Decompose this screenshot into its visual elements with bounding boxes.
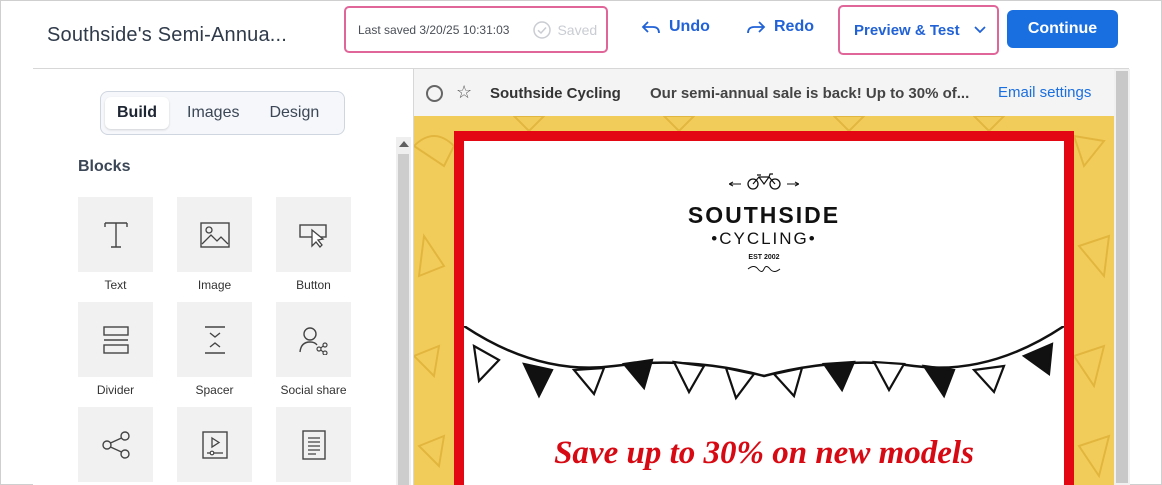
saved-label: Saved <box>557 21 598 38</box>
select-radio[interactable] <box>426 85 443 102</box>
email-red-frame: SOUTHSIDE •CYCLING• EST 2002 Save up to … <box>454 131 1074 485</box>
block-label-image: Image <box>197 278 232 292</box>
blocks-heading: Blocks <box>78 158 131 175</box>
block-social-share[interactable] <box>276 302 351 377</box>
preview-scrollbar-thumb[interactable] <box>1116 71 1128 483</box>
divider-icon <box>102 325 129 354</box>
video-icon <box>201 430 228 459</box>
logo-established: EST 2002 <box>748 254 780 261</box>
email-settings-link[interactable]: Email settings <box>998 84 1091 101</box>
redo-button[interactable]: Redo <box>746 18 814 36</box>
block-spacer[interactable] <box>177 302 252 377</box>
block-label-social-share: Social share <box>280 383 347 397</box>
block-image[interactable] <box>177 197 252 272</box>
tab-images[interactable]: Images <box>175 97 251 129</box>
block-document[interactable] <box>276 407 351 482</box>
undo-icon <box>641 21 660 34</box>
panel-tabs: Build Images Design <box>100 91 345 135</box>
check-circle-icon <box>533 20 552 39</box>
block-divider[interactable] <box>78 302 153 377</box>
inbox-preview-header: ☆ Southside Cycling Our semi-annual sale… <box>414 69 1114 116</box>
document-icon <box>301 429 326 460</box>
share-icon <box>101 430 130 459</box>
spacer-icon <box>204 325 225 354</box>
bunting-banner <box>464 326 1064 401</box>
left-panel-scrollbar[interactable] <box>396 137 411 485</box>
chevron-down-icon <box>973 26 986 34</box>
preview-test-button[interactable]: Preview & Test <box>838 5 999 55</box>
email-content[interactable]: SOUTHSIDE •CYCLING• EST 2002 Save up to … <box>464 141 1064 485</box>
block-video[interactable] <box>177 407 252 482</box>
social-share-icon <box>298 326 328 355</box>
document-title[interactable]: Southside's Semi-Annua... <box>47 24 287 47</box>
undo-label: Undo <box>669 18 710 35</box>
brand-logo: SOUTHSIDE •CYCLING• EST 2002 <box>464 173 1064 279</box>
left-panel: Build Images Design Blocks Text Image Bu… <box>33 69 413 485</box>
preview-test-label: Preview & Test <box>854 21 960 39</box>
undo-button[interactable]: Undo <box>641 18 710 36</box>
saved-indicator: Saved <box>533 20 598 39</box>
tab-build[interactable]: Build <box>105 97 169 129</box>
block-text[interactable] <box>78 197 153 272</box>
sender-name: Southside Cycling <box>490 85 621 102</box>
block-button[interactable] <box>276 197 351 272</box>
logo-word: SOUTHSIDE <box>687 202 841 228</box>
button-cursor-icon <box>298 223 327 248</box>
star-icon[interactable]: ☆ <box>456 82 472 103</box>
block-label-button: Button <box>296 278 331 292</box>
scrollbar-thumb[interactable] <box>398 154 409 485</box>
bicycle-icon <box>727 173 801 190</box>
text-icon <box>103 221 128 248</box>
block-label-divider: Divider <box>96 383 135 397</box>
block-label-text: Text <box>104 278 127 292</box>
email-preview-pane: ☆ Southside Cycling Our semi-annual sale… <box>413 69 1130 485</box>
continue-button[interactable]: Continue <box>1007 10 1118 48</box>
tab-design[interactable]: Design <box>257 97 331 129</box>
block-label-spacer: Spacer <box>195 383 234 397</box>
email-background: SOUTHSIDE •CYCLING• EST 2002 Save up to … <box>414 116 1114 485</box>
block-share[interactable] <box>78 407 153 482</box>
scroll-up-arrow-icon[interactable] <box>399 141 409 147</box>
logo-subtitle: •CYCLING• <box>711 229 817 248</box>
image-icon <box>199 221 230 248</box>
email-headline: Save up to 30% on new models <box>554 435 974 471</box>
email-subject: Our semi-annual sale is back! Up to 30% … <box>650 85 970 102</box>
save-status-box: Last saved 3/20/25 10:31:03 Saved <box>344 6 608 53</box>
redo-label: Redo <box>774 18 814 35</box>
flourish-icon <box>747 266 781 272</box>
last-saved-text: Last saved 3/20/25 10:31:03 <box>358 22 510 37</box>
preview-scrollbar[interactable] <box>1114 69 1130 485</box>
redo-icon <box>747 21 766 34</box>
